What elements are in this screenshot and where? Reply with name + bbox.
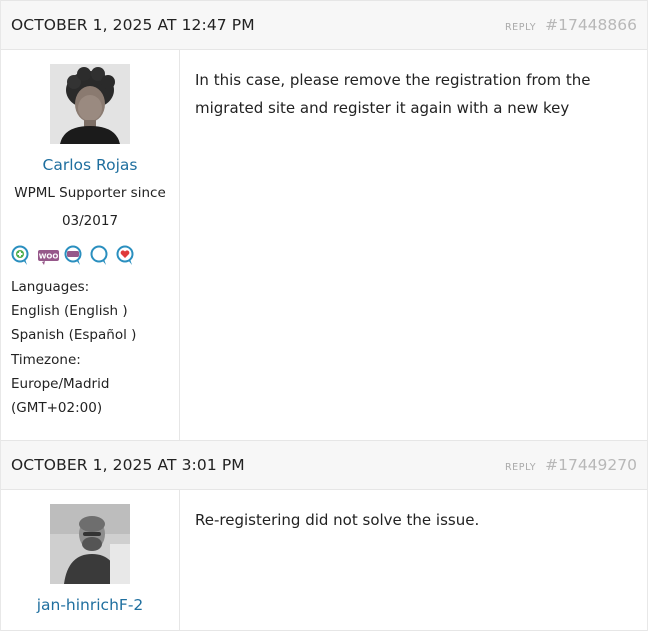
avatar [50, 64, 130, 144]
author-panel: jan-hinrichF-2 [1, 490, 180, 630]
post-permalink[interactable]: #17449270 [545, 456, 637, 474]
timezone-offset: (GMT+02:00) [11, 400, 103, 416]
woocommerce-icon[interactable]: WOO [37, 245, 60, 267]
author-info: Languages: English (English ) Spanish (E… [11, 275, 179, 420]
speech-bubble-icon[interactable] [89, 245, 112, 267]
post-permalink[interactable]: #17448866 [545, 16, 637, 34]
woo-speech-icon[interactable] [63, 245, 86, 267]
post-text: In this case, please remove the registra… [195, 71, 591, 117]
languages-label: Languages: [11, 279, 90, 295]
author-name-link[interactable]: Carlos Rojas [11, 156, 169, 174]
avatar-photo [50, 504, 130, 584]
post-meta: Reply #17449270 [505, 456, 637, 474]
supporter-since: WPML Supporter since 03/2017 [14, 185, 166, 229]
reply-link[interactable]: Reply [505, 22, 536, 33]
svg-text:WOO: WOO [39, 253, 59, 261]
post-date: OCTOBER 1, 2025 AT 12:47 PM [11, 16, 255, 34]
post-content: Re-registering did not solve the issue. [180, 490, 647, 630]
post-header: OCTOBER 1, 2025 AT 12:47 PM Reply #17448… [1, 0, 647, 50]
language-item: English (English ) [11, 303, 128, 319]
post-date: OCTOBER 1, 2025 AT 3:01 PM [11, 456, 245, 474]
post-text: Re-registering did not solve the issue. [195, 511, 480, 529]
badge-list: WOO [11, 245, 179, 267]
heart-speech-icon[interactable] [115, 245, 138, 267]
timezone-value: Europe/Madrid [11, 376, 110, 392]
forum-thread: OCTOBER 1, 2025 AT 12:47 PM Reply #17448… [0, 0, 648, 631]
language-item: Spanish (Español ) [11, 327, 137, 343]
post-body: Carlos Rojas WPML Supporter since 03/201… [1, 50, 647, 440]
reply-link[interactable]: Reply [505, 462, 536, 473]
plus-speech-icon[interactable] [11, 245, 34, 267]
forum-post: OCTOBER 1, 2025 AT 12:47 PM Reply #17448… [1, 0, 647, 440]
author-panel: Carlos Rojas WPML Supporter since 03/201… [1, 50, 180, 440]
post-header: OCTOBER 1, 2025 AT 3:01 PM Reply #174492… [1, 440, 647, 490]
post-meta: Reply #17448866 [505, 16, 637, 34]
post-content: In this case, please remove the registra… [180, 50, 647, 440]
timezone-label: Timezone: [11, 352, 81, 368]
post-body: jan-hinrichF-2 Re-registering did not so… [1, 490, 647, 630]
forum-post: OCTOBER 1, 2025 AT 3:01 PM Reply #174492… [1, 440, 647, 631]
author-name-link[interactable]: jan-hinrichF-2 [11, 596, 169, 614]
avatar [50, 504, 130, 584]
avatar-photo [50, 64, 130, 144]
